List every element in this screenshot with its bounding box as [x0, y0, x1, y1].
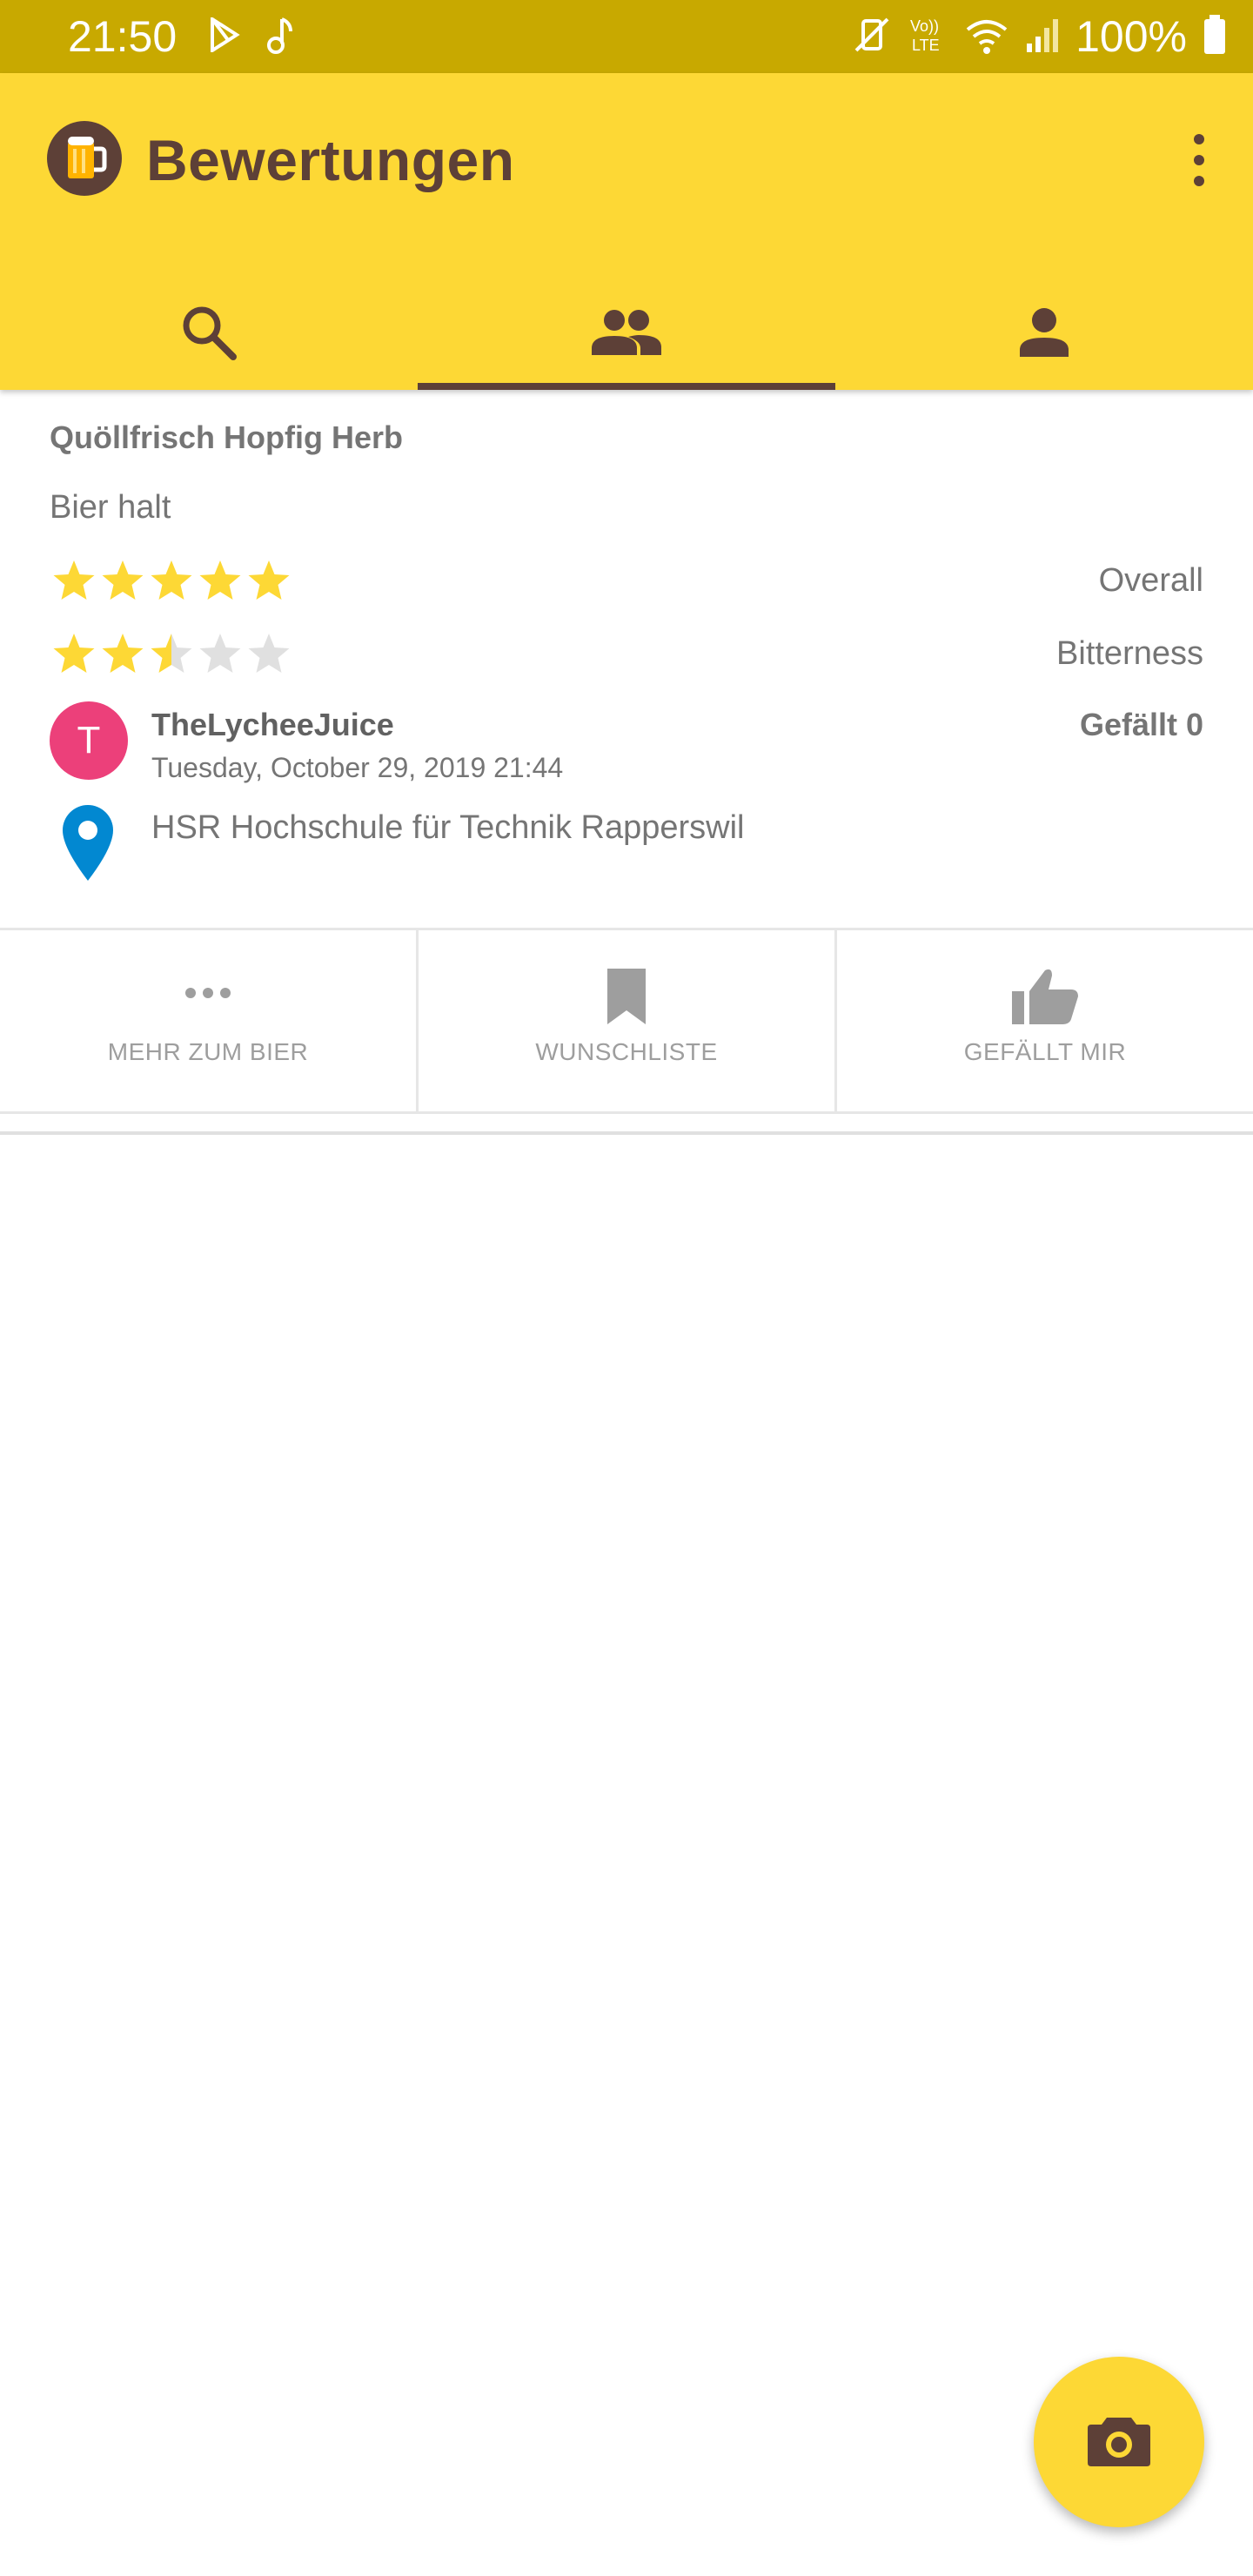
rating-bitterness-stars — [50, 630, 293, 679]
star-empty-icon — [248, 634, 290, 673]
vibrate-mute-icon — [853, 16, 891, 58]
review-location[interactable]: HSR Hochschule für Technik Rapperswil — [151, 809, 744, 847]
thumb-up-icon — [1010, 967, 1080, 1030]
review-comment: Bier halt — [50, 489, 171, 526]
more-about-beer-button[interactable]: MEHR ZUM BIER — [0, 930, 416, 1111]
avatar[interactable]: T — [50, 701, 128, 780]
review-username[interactable]: TheLycheeJuice — [151, 707, 394, 743]
tab-search[interactable] — [0, 278, 418, 390]
review-date: Tuesday, October 29, 2019 21:44 — [151, 752, 564, 783]
rating-bitterness-label: Bitterness — [1056, 635, 1203, 672]
location-pin-icon — [57, 802, 118, 882]
like-count: Gefällt 0 — [1079, 707, 1203, 742]
wishlist-button[interactable]: WUNSCHLISTE — [419, 930, 834, 1111]
review-actions: MEHR ZUM BIER WUNSCHLISTE GEFÄLLT MIR — [0, 928, 1253, 1114]
volte-icon: Vo)) LTE — [907, 14, 948, 60]
search-icon — [179, 303, 238, 366]
svg-text:LTE: LTE — [912, 37, 940, 54]
star-filled-icon — [102, 634, 144, 673]
list-divider — [0, 1131, 1253, 1135]
battery-icon — [1203, 14, 1227, 59]
page-title: Bewertungen — [146, 128, 515, 192]
like-button[interactable]: GEFÄLLT MIR — [837, 930, 1253, 1111]
star-filled-icon — [248, 560, 290, 600]
like-label: GEFÄLLT MIR — [963, 1038, 1127, 1065]
camera-icon — [1086, 2412, 1152, 2472]
beer-mug-icon — [47, 121, 122, 196]
more-about-beer-label: MEHR ZUM BIER — [107, 1038, 309, 1065]
person-icon — [1018, 306, 1070, 363]
tab-indicator — [418, 383, 835, 390]
music-note-icon — [265, 16, 294, 58]
svg-text:Vo)): Vo)) — [910, 17, 939, 35]
tab-profile[interactable] — [835, 278, 1253, 390]
star-empty-icon — [199, 634, 241, 673]
more-vert-icon[interactable] — [1180, 129, 1218, 191]
status-right-icons: Vo)) LTE 100% — [853, 9, 1227, 64]
tab-community[interactable] — [418, 278, 835, 390]
beer-name[interactable]: Quöllfrisch Hopfig Herb — [50, 419, 403, 456]
rating-overall-stars — [50, 557, 293, 606]
wishlist-label: WUNSCHLISTE — [535, 1038, 718, 1065]
star-filled-icon — [53, 634, 95, 673]
signal-icon — [1025, 16, 1060, 58]
rating-overall-label: Overall — [1098, 562, 1203, 599]
battery-percentage: 100% — [1075, 12, 1187, 61]
star-filled-icon — [199, 560, 241, 600]
play-store-icon — [209, 16, 240, 57]
status-left-icons — [209, 16, 294, 58]
camera-fab-button[interactable] — [1034, 2357, 1204, 2527]
people-icon — [590, 308, 663, 361]
star-filled-icon — [151, 560, 192, 600]
more-horiz-icon — [182, 967, 234, 1023]
star-filled-icon — [102, 560, 144, 600]
app-bar: Bewertungen — [0, 73, 1253, 390]
star-filled-icon — [53, 560, 95, 600]
status-bar: 21:50 Vo)) LTE 100% — [0, 0, 1253, 73]
status-time: 21:50 — [68, 12, 178, 61]
star-half-icon — [151, 634, 192, 673]
bookmark-icon — [602, 967, 651, 1030]
wifi-icon — [964, 16, 1009, 58]
